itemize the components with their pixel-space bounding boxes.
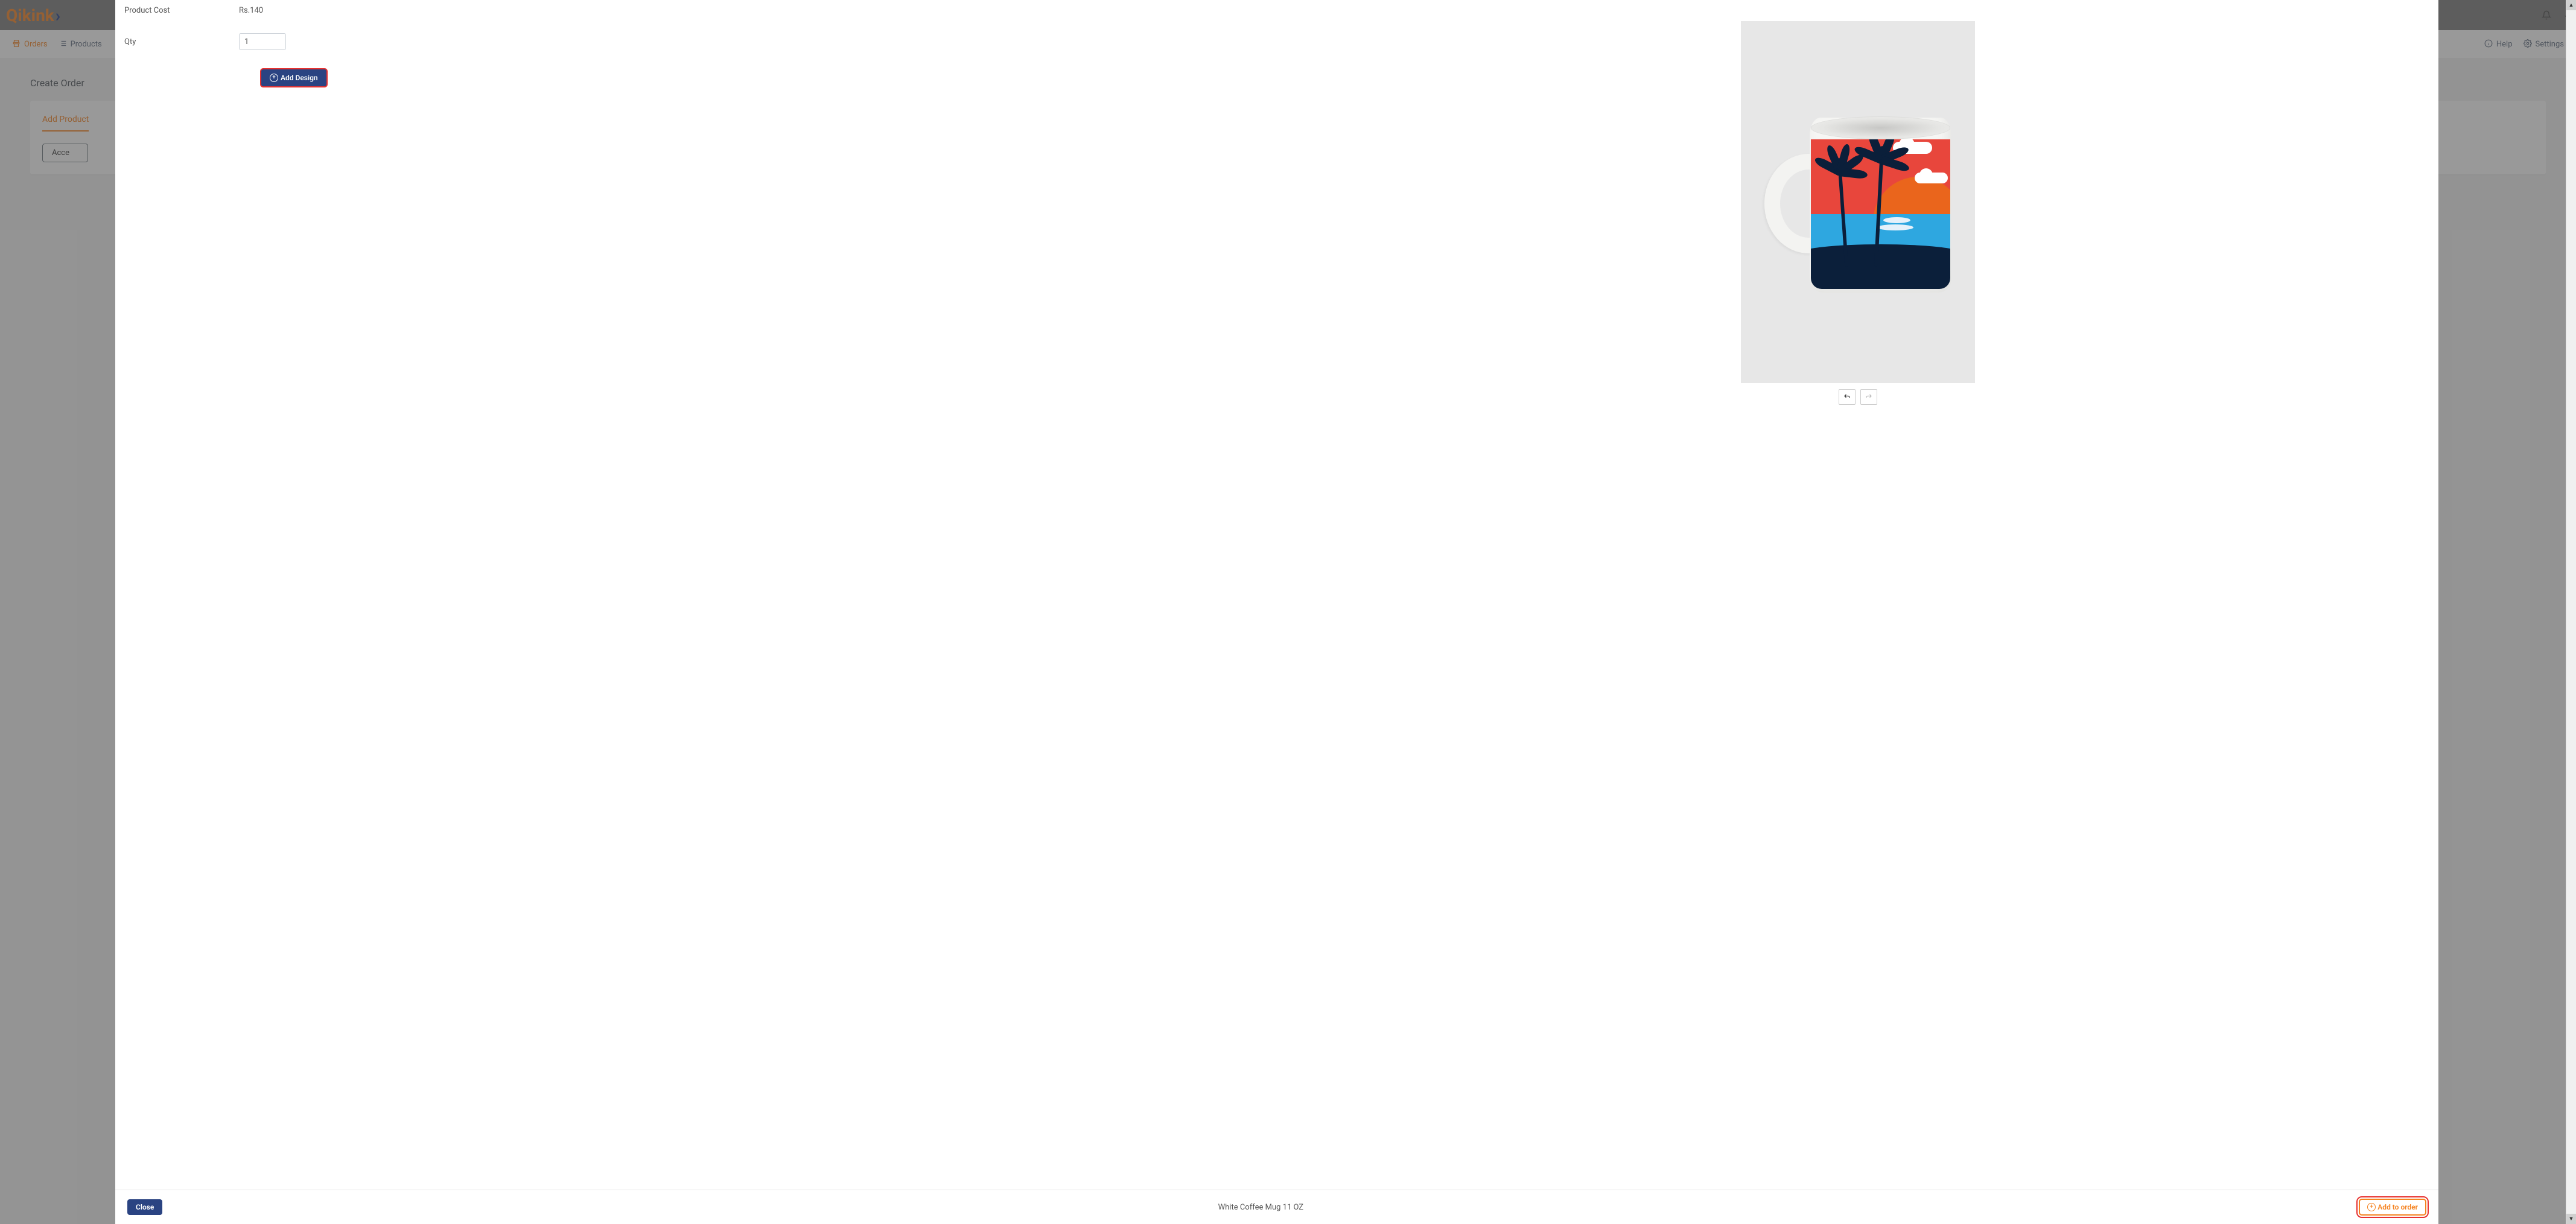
undo-redo-toolbar (1839, 389, 1877, 405)
modal-body: Product Cost Rs.140 Qty + Add Design (115, 0, 2438, 1190)
design-ground (1811, 244, 1950, 289)
qty-row: Qty (124, 33, 1268, 50)
add-design-button[interactable]: + Add Design (260, 68, 328, 87)
mug-mockup (1764, 112, 1951, 293)
design-reflection (1883, 217, 1910, 223)
plus-circle-icon: + (270, 74, 278, 82)
qty-label: Qty (124, 37, 239, 46)
plus-circle-icon: + (2367, 1203, 2376, 1211)
mug-body (1810, 118, 1951, 293)
undo-button[interactable] (1839, 389, 1856, 405)
modal-footer: Close White Coffee Mug 11 OZ + Add to or… (115, 1190, 2438, 1224)
modal-form-panel: Product Cost Rs.140 Qty + Add Design (115, 0, 1277, 1190)
close-button[interactable]: Close (127, 1199, 162, 1215)
product-cost-value: Rs.140 (239, 6, 263, 15)
add-design-label: Add Design (281, 74, 318, 82)
qty-input[interactable] (239, 33, 286, 50)
product-cost-label: Product Cost (124, 6, 239, 15)
page-scrollbar[interactable]: ▲ ▼ (2566, 0, 2576, 1224)
scroll-down-button[interactable]: ▼ (2566, 1214, 2576, 1224)
add-to-order-button[interactable]: + Add to order (2359, 1199, 2426, 1216)
design-cloud (1915, 173, 1948, 183)
add-to-order-label: Add to order (2377, 1203, 2418, 1211)
scroll-up-button[interactable]: ▲ (2566, 0, 2576, 10)
redo-button[interactable] (1860, 389, 1877, 405)
applied-design-artwork (1811, 139, 1950, 289)
mug-rim (1811, 116, 1950, 139)
product-config-modal: Product Cost Rs.140 Qty + Add Design (115, 0, 2438, 1224)
product-preview-canvas[interactable] (1741, 21, 1975, 383)
modal-preview-panel (1277, 0, 2438, 1190)
product-cost-row: Product Cost Rs.140 (124, 6, 1268, 15)
product-name-footer: White Coffee Mug 11 OZ (1218, 1203, 1303, 1212)
